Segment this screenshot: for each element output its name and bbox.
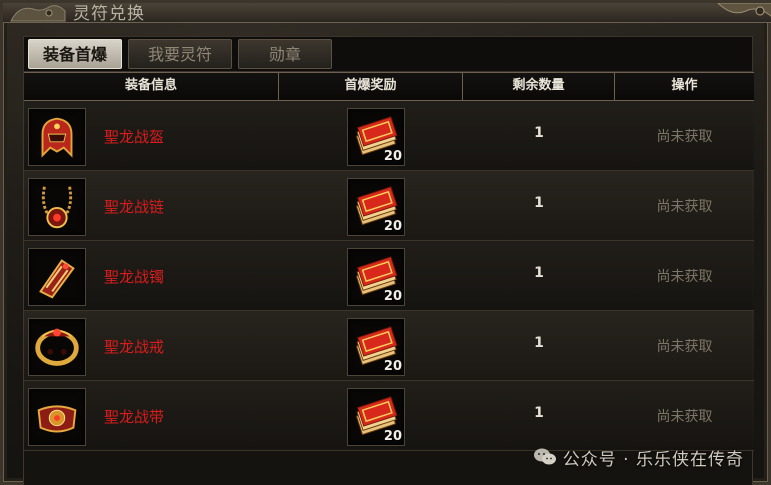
title-bar: 灵符兑换 <box>3 3 771 24</box>
reward-slot[interactable]: 20 <box>347 388 405 446</box>
claim-action[interactable]: 尚未获取 <box>615 126 754 146</box>
tab-equipment-first-drop[interactable]: 装备首爆 <box>28 39 122 69</box>
header-first-drop-reward: 首爆奖励 <box>279 73 463 100</box>
tab-want-talisman[interactable]: 我要灵符 <box>128 39 232 69</box>
reward-count: 20 <box>383 219 402 234</box>
reward-slot[interactable]: 20 <box>347 318 405 376</box>
table-header: 装备信息 首爆奖励 剩余数量 操作 <box>24 72 754 101</box>
table-row: 聖龙战镯 20 1 尚未获取 <box>24 241 754 311</box>
bracelet-icon[interactable] <box>28 248 86 306</box>
reward-count: 20 <box>383 429 402 444</box>
item-name: 聖龙战盔 <box>104 128 165 146</box>
remaining-count: 1 <box>534 335 544 351</box>
claim-action[interactable]: 尚未获取 <box>615 266 754 286</box>
tab-strip: 装备首爆 我要灵符 勋章 <box>23 36 753 72</box>
header-equipment-info: 装备信息 <box>24 73 279 100</box>
necklace-icon[interactable] <box>28 178 86 236</box>
helmet-icon[interactable] <box>28 108 86 166</box>
dragon-ornament-icon <box>10 5 66 22</box>
reward-count: 20 <box>383 289 402 304</box>
claim-action[interactable]: 尚未获取 <box>615 196 754 216</box>
exchange-window: 灵符兑换 装备首爆 我要灵符 勋章 装备信息 首爆奖励 剩余数量 操作 聖龙战盔… <box>0 0 771 485</box>
tab-medal[interactable]: 勋章 <box>238 39 332 69</box>
belt-icon[interactable] <box>28 388 86 446</box>
reward-slot[interactable]: 20 <box>347 248 405 306</box>
item-name: 聖龙战镯 <box>104 268 165 286</box>
corner-dragon-icon <box>717 3 771 17</box>
remaining-count: 1 <box>534 125 544 141</box>
reward-slot[interactable]: 20 <box>347 108 405 166</box>
reward-slot[interactable]: 20 <box>347 178 405 236</box>
table-row: 聖龙战戒 20 1 尚未获取 <box>24 311 754 381</box>
reward-count: 20 <box>383 359 402 374</box>
reward-table: 装备信息 首爆奖励 剩余数量 操作 聖龙战盔 20 1 尚未获取 聖龙战链 20… <box>23 72 754 485</box>
watermark: 公众号 · 乐乐侠在传奇 <box>533 445 744 470</box>
item-name: 聖龙战戒 <box>104 338 165 356</box>
claim-action[interactable]: 尚未获取 <box>615 406 754 426</box>
reward-count: 20 <box>383 149 402 164</box>
remaining-count: 1 <box>534 405 544 421</box>
claim-action[interactable]: 尚未获取 <box>615 336 754 356</box>
ring-icon[interactable] <box>28 318 86 376</box>
table-row: 聖龙战链 20 1 尚未获取 <box>24 171 754 241</box>
item-name: 聖龙战链 <box>104 198 165 216</box>
remaining-count: 1 <box>534 265 544 281</box>
remaining-count: 1 <box>534 195 544 211</box>
table-row: 聖龙战带 20 1 尚未获取 <box>24 381 754 451</box>
table-row: 聖龙战盔 20 1 尚未获取 <box>24 101 754 171</box>
wechat-icon <box>533 448 556 465</box>
window-title: 灵符兑换 <box>73 4 145 24</box>
header-action: 操作 <box>671 78 698 93</box>
item-name: 聖龙战带 <box>104 408 165 426</box>
header-remaining: 剩余数量 <box>463 73 615 100</box>
